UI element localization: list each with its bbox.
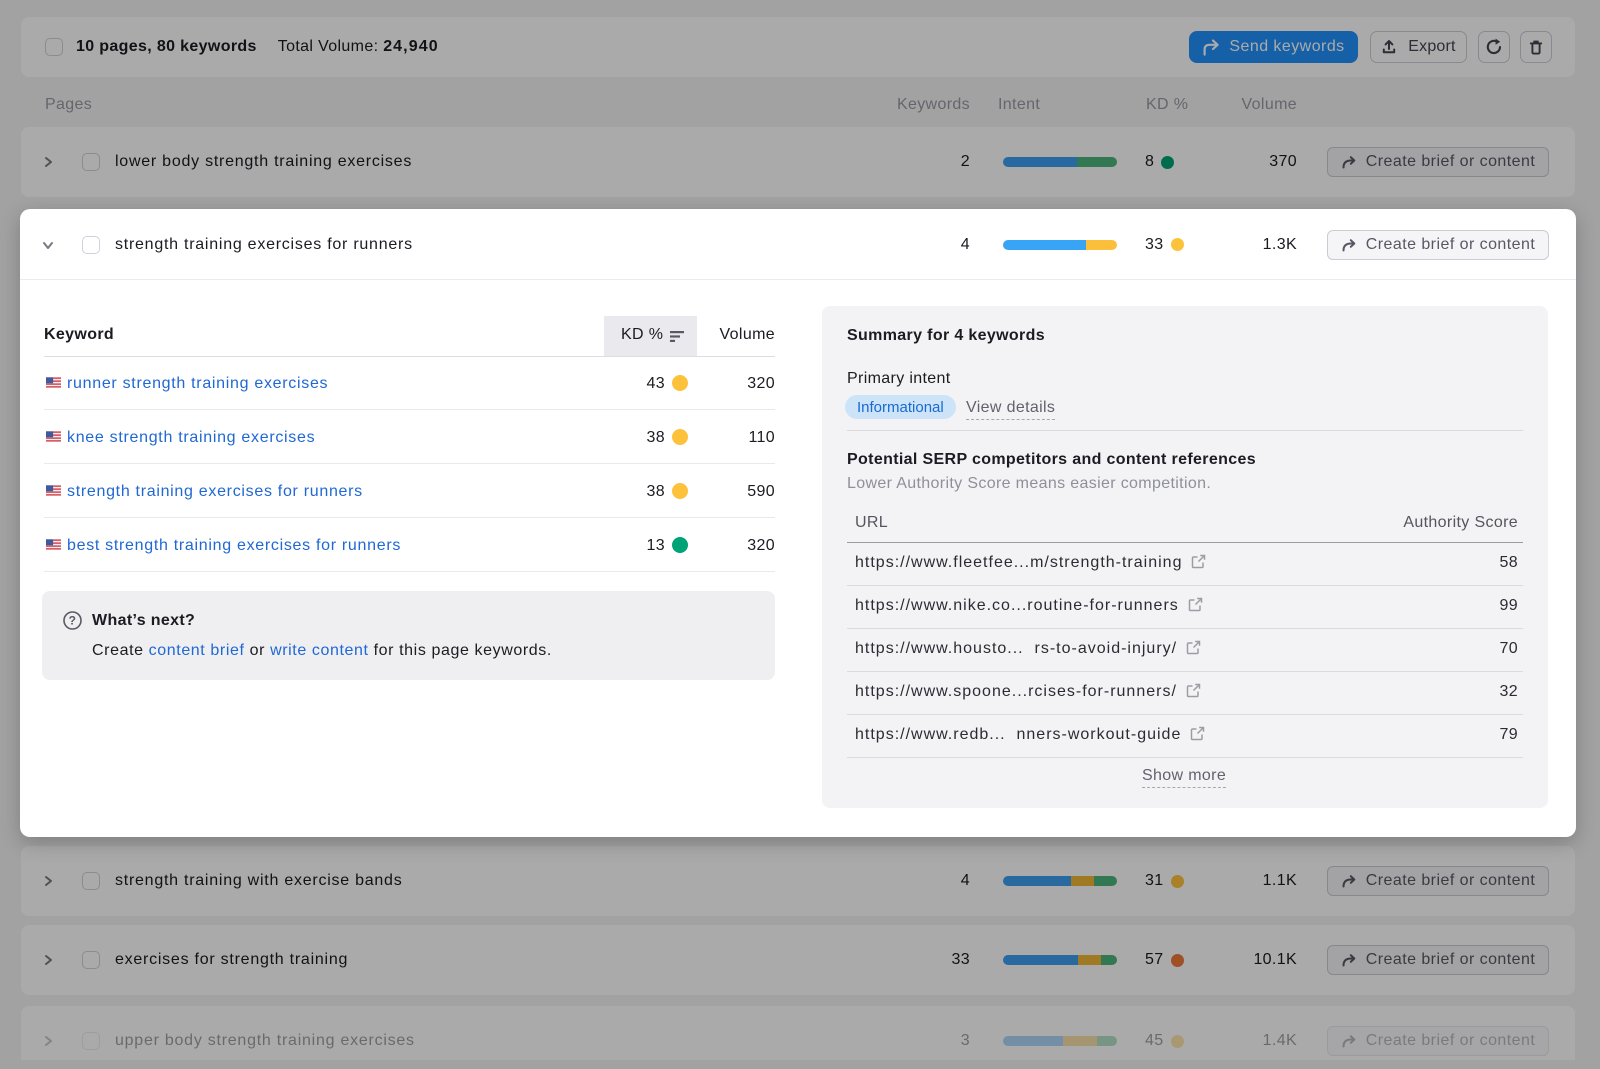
svg-text:?: ? [69, 614, 77, 628]
